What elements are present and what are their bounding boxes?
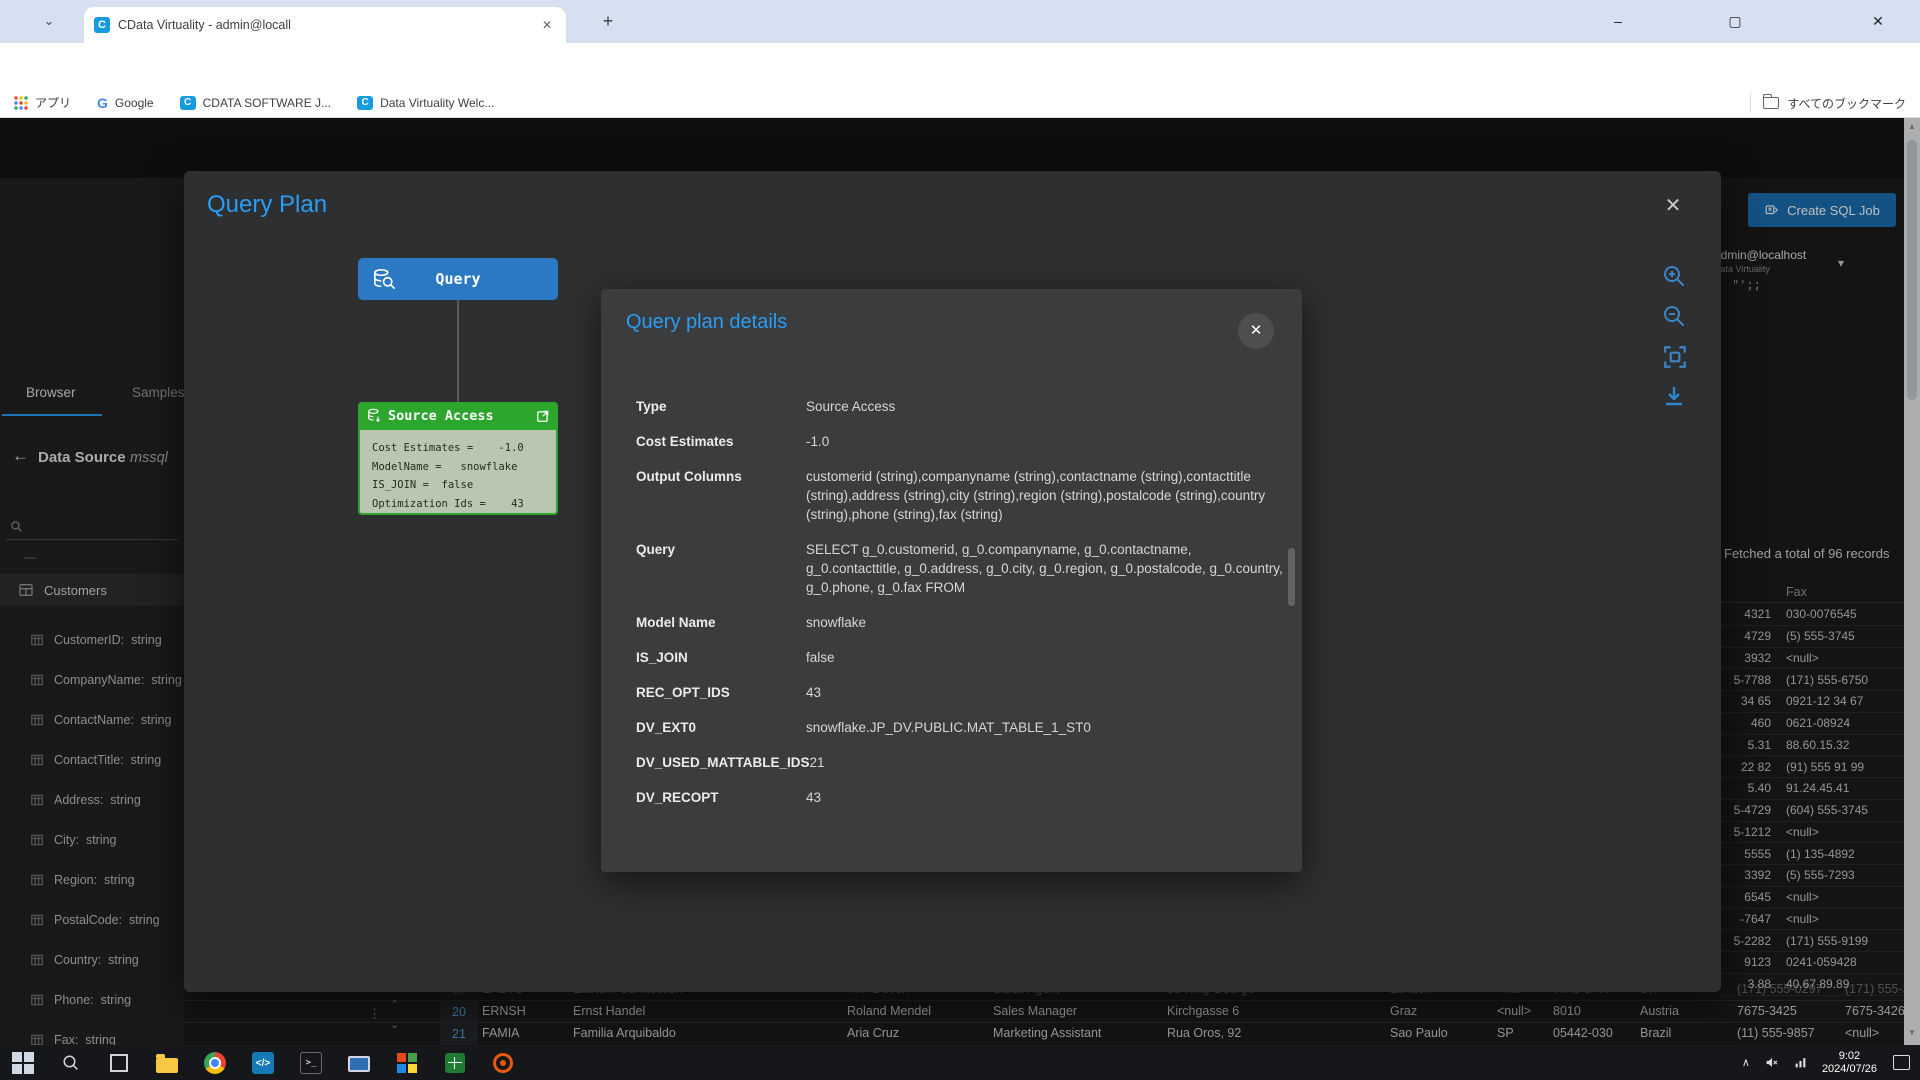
detail-field-row: Model Name snowflake	[636, 613, 1291, 632]
detail-field-label: DV_RECOPT	[636, 788, 806, 807]
detail-field-label: Query	[636, 540, 806, 597]
zoom-in-icon[interactable]	[1662, 264, 1686, 288]
google-favicon: G	[97, 95, 108, 111]
detail-field-label: Cost Estimates	[636, 432, 806, 451]
detail-field-label: Type	[636, 397, 806, 416]
profiler-app-icon[interactable]	[490, 1050, 516, 1076]
browser-tabstrip: ⌄ C CData Virtuality - admin@locall ✕ + …	[0, 0, 1920, 43]
details-scrollbar-thumb[interactable]	[1288, 548, 1295, 606]
apps-grid-icon	[14, 96, 28, 110]
screen: ⌄ C CData Virtuality - admin@locall ✕ + …	[0, 0, 1920, 1080]
detail-field-value: -1.0	[806, 432, 1286, 451]
plan-connector-line	[457, 300, 459, 402]
bookmark-google[interactable]: G Google	[97, 95, 154, 111]
cdata-favicon: C	[94, 17, 110, 33]
detail-field-row: Cost Estimates -1.0	[636, 432, 1291, 451]
clock[interactable]: 9:02 2024/07/26	[1822, 1050, 1877, 1076]
detail-field-row: DV_EXT0 snowflake.JP_DV.PUBLIC.MAT_TABLE…	[636, 718, 1291, 737]
tab-search-chevron-icon[interactable]: ⌄	[38, 10, 60, 32]
source-access-header: Source Access	[358, 402, 558, 430]
download-plan-icon[interactable]	[1662, 384, 1686, 408]
detail-field-label: Model Name	[636, 613, 806, 632]
query-node[interactable]: Query	[358, 258, 558, 300]
detail-field-row: DV_RECOPT 43	[636, 788, 1291, 807]
taskbar: </> >_ ∧ 9:02 2024/07/26	[0, 1045, 1920, 1080]
detail-field-value: customerid (string),companyname (string)…	[806, 467, 1286, 524]
tab-close-icon[interactable]: ✕	[542, 18, 556, 32]
cdata-favicon: C	[180, 96, 196, 110]
notification-center-icon[interactable]	[1893, 1055, 1910, 1070]
detail-field-value: snowflake.JP_DV.PUBLIC.MAT_TABLE_1_ST0	[806, 718, 1286, 737]
new-tab-button[interactable]: +	[596, 10, 620, 34]
query-db-search-icon	[372, 268, 396, 290]
network-icon[interactable]	[1793, 1056, 1808, 1069]
detail-field-label: Output Columns	[636, 467, 806, 524]
detail-field-value: SELECT g_0.customerid, g_0.companyname, …	[806, 540, 1286, 597]
source-node-label: Source Access	[388, 408, 536, 424]
detail-field-row: DV_USED_MATTABLE_IDS 21	[636, 753, 1291, 772]
fit-screen-icon[interactable]	[1662, 344, 1688, 370]
modal-close-icon[interactable]: ✕	[1660, 193, 1686, 218]
detail-field-row: Query SELECT g_0.customerid, g_0.company…	[636, 540, 1291, 597]
detail-field-value: 43	[806, 683, 1286, 702]
bookmark-apps[interactable]: アプリ	[14, 94, 71, 111]
details-close-button[interactable]: ✕	[1238, 313, 1274, 349]
window-minimize-button[interactable]: –	[1595, 6, 1641, 36]
window-maximize-button[interactable]: ▢	[1712, 6, 1758, 36]
query-node-label: Query	[435, 270, 480, 288]
date: 2024/07/26	[1822, 1063, 1877, 1076]
detail-field-value: Source Access	[806, 397, 1286, 416]
detail-field-label: DV_USED_MATTABLE_IDS	[636, 753, 810, 772]
detail-field-row: IS_JOIN false	[636, 648, 1291, 667]
zoom-out-icon[interactable]	[1662, 304, 1686, 328]
spreadsheet-app-icon[interactable]	[442, 1050, 468, 1076]
detail-field-value: 43	[806, 788, 1286, 807]
tray-expand-icon[interactable]: ∧	[1742, 1056, 1750, 1069]
divider	[1750, 93, 1751, 113]
detail-field-row: Output Columns customerid (string),compa…	[636, 467, 1291, 524]
detail-field-row: Type Source Access	[636, 397, 1291, 416]
external-link-icon[interactable]	[536, 409, 550, 423]
remote-desktop-icon[interactable]	[346, 1050, 372, 1076]
chrome-icon[interactable]	[202, 1050, 228, 1076]
browser-toolbar: ← → ⟳ i localhost:8080/account/#/u/0/edi…	[0, 43, 1920, 88]
detail-field-label: DV_EXT0	[636, 718, 806, 737]
details-fields: Type Source Access Cost Estimates -1.0 O…	[636, 397, 1291, 823]
source-access-node[interactable]: Source Access Cost Estimates = -1.0Model…	[358, 402, 558, 515]
task-view-icon[interactable]	[106, 1050, 132, 1076]
office-apps-icon[interactable]	[394, 1050, 420, 1076]
cdata-favicon: C	[357, 96, 373, 110]
terminal-icon[interactable]: >_	[298, 1050, 324, 1076]
bookmark-data-virtuality[interactable]: C Data Virtuality Welc...	[357, 96, 494, 110]
windows-logo-icon	[12, 1052, 34, 1074]
detail-field-value: 21	[810, 753, 1290, 772]
system-tray: ∧ 9:02 2024/07/26	[1742, 1045, 1920, 1080]
bookmarks-bar: アプリ G Google C CDATA SOFTWARE J... C Dat…	[0, 88, 1920, 118]
folder-icon	[1763, 97, 1779, 109]
detail-field-value: snowflake	[806, 613, 1286, 632]
detail-field-label: IS_JOIN	[636, 648, 806, 667]
bookmark-cdata-software[interactable]: C CDATA SOFTWARE J...	[180, 96, 331, 110]
taskbar-search-icon[interactable]	[58, 1050, 84, 1076]
time: 9:02	[1822, 1050, 1877, 1063]
tab-title: CData Virtuality - admin@locall	[118, 18, 536, 32]
detail-field-value: false	[806, 648, 1286, 667]
file-explorer-icon[interactable]	[154, 1050, 180, 1076]
window-close-button[interactable]: ✕	[1855, 6, 1901, 36]
query-plan-details-dialog: Query plan details ✕ Type Source Access …	[601, 289, 1302, 872]
source-node-details: Cost Estimates = -1.0ModelName = snowfla…	[358, 430, 558, 515]
vscode-icon[interactable]: </>	[250, 1050, 276, 1076]
browser-tab[interactable]: C CData Virtuality - admin@locall ✕	[84, 7, 566, 43]
start-button[interactable]	[10, 1050, 36, 1076]
volume-icon[interactable]	[1764, 1056, 1779, 1069]
modal-title: Query Plan	[207, 191, 327, 219]
all-bookmarks[interactable]: すべてのブックマーク	[1750, 88, 1906, 118]
detail-field-label: REC_OPT_IDS	[636, 683, 806, 702]
details-title: Query plan details	[626, 311, 787, 334]
db-download-icon	[366, 408, 382, 424]
detail-field-row: REC_OPT_IDS 43	[636, 683, 1291, 702]
